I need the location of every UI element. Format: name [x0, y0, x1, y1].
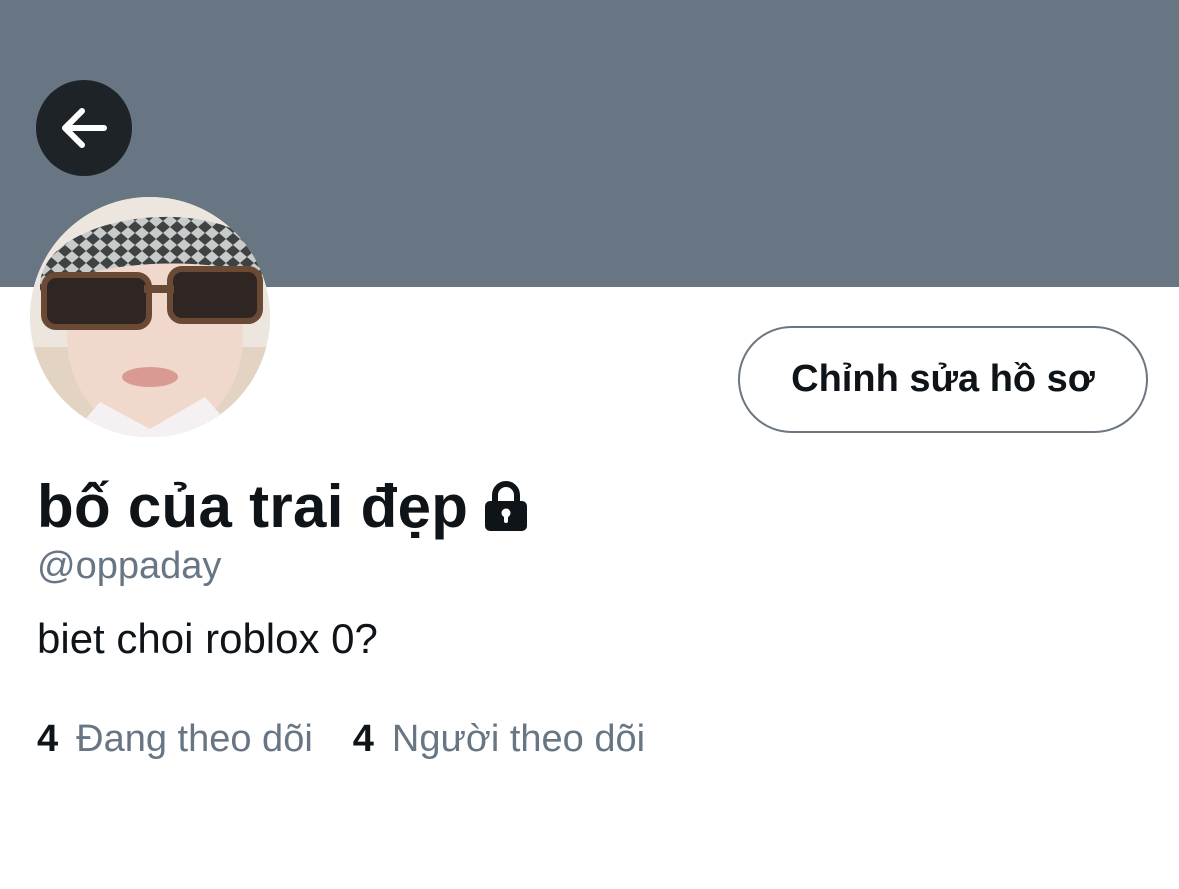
followers-count: 4 [352, 718, 374, 760]
avatar-image [30, 197, 270, 437]
followers-label: Người theo dõi [391, 718, 646, 760]
follow-stats: 4 Đang theo dõi 4 Người theo dõi [37, 718, 685, 761]
arrow-left-icon [62, 108, 107, 148]
following-link[interactable]: 4 Đang theo dõi [37, 718, 313, 761]
lock-icon [485, 481, 528, 531]
following-count: 4 [37, 718, 59, 760]
display-name: bố của trai đẹp [37, 472, 469, 540]
followers-link[interactable]: 4 Người theo dõi [353, 718, 645, 761]
back-button[interactable] [36, 80, 132, 176]
profile-bio: biet choi roblox 0? [37, 615, 378, 662]
following-label: Đang theo dõi [76, 718, 313, 760]
profile-avatar[interactable] [30, 197, 270, 437]
profile-handle: @oppaday [37, 545, 222, 587]
edit-profile-button[interactable]: Chỉnh sửa hồ sơ [738, 326, 1148, 433]
name-row: bố của trai đẹp [37, 470, 530, 542]
